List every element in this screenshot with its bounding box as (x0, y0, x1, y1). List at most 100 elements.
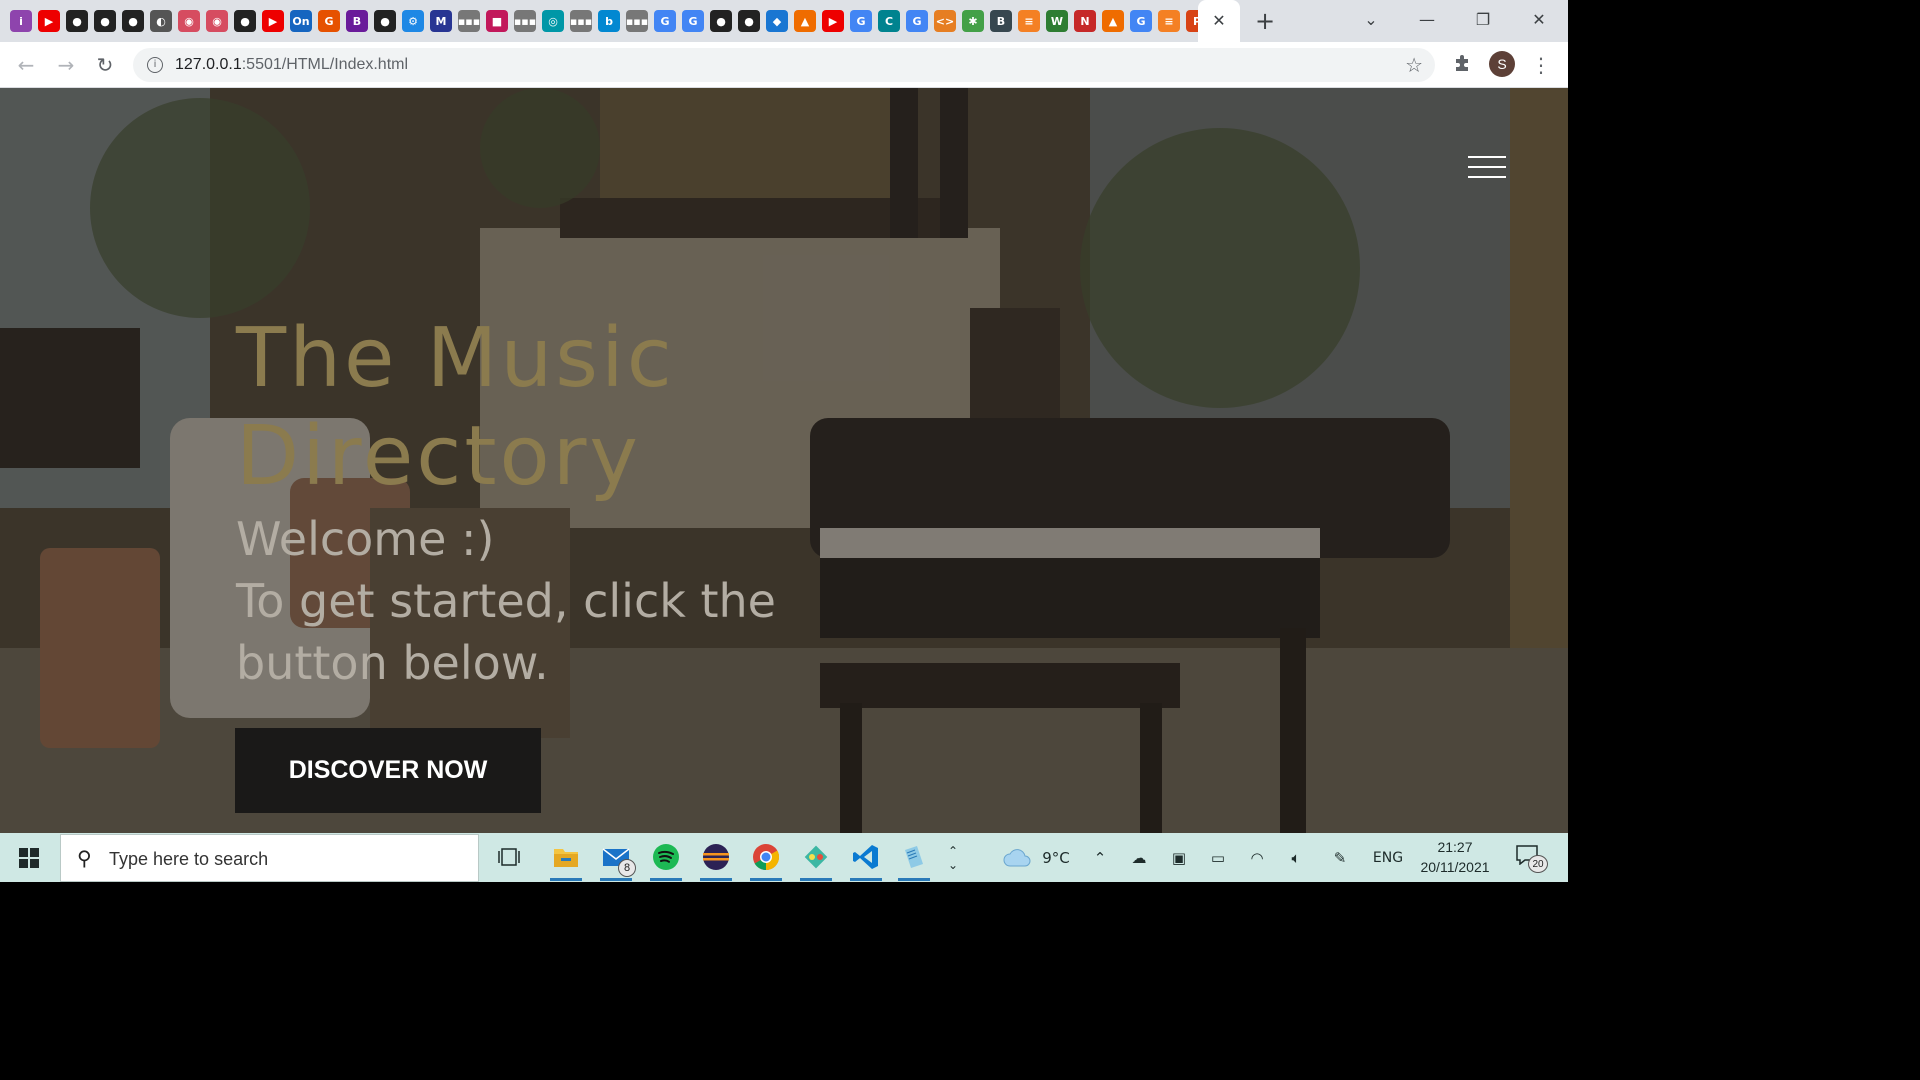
taskbar-search-box[interactable]: ⚲ Type here to search (60, 834, 479, 882)
display-icon[interactable]: ▣ (1166, 833, 1192, 882)
bookmark-star-icon[interactable]: ☆ (1405, 53, 1423, 77)
close-tab-icon[interactable]: ✕ (1212, 11, 1225, 31)
new-tab-button[interactable]: + (1252, 7, 1278, 35)
url-text[interactable]: 127.0.0.1:5501/HTML/Index.html (175, 56, 408, 74)
git-client-icon[interactable] (798, 839, 834, 881)
restore-button[interactable]: ❐ (1455, 0, 1511, 38)
tab-favicon-google-icon[interactable]: G (1130, 10, 1152, 32)
system-clock[interactable]: 21:27 20/11/2021 (1412, 837, 1498, 877)
mail-icon[interactable]: 8 (598, 839, 636, 881)
tab-favicon-google-icon[interactable]: G (682, 10, 704, 32)
tab-favicon-stack-icon[interactable]: ≡ (1018, 10, 1040, 32)
search-icon: ⚲ (77, 846, 92, 870)
task-view-icon[interactable] (491, 839, 527, 875)
browser-toolbar: ← → ↻ i 127.0.0.1:5501/HTML/Index.html ☆… (0, 42, 1568, 88)
tab-favicon-w-icon[interactable]: W (1046, 10, 1068, 32)
tab-favicon-dots-icon[interactable]: ▪▪▪ (626, 10, 648, 32)
tab-favicon-b-icon[interactable]: B (346, 10, 368, 32)
tab-favicon-edge-icon[interactable]: ◎ (542, 10, 564, 32)
tab-favicon-orange-icon[interactable]: ▲ (1102, 10, 1124, 32)
tab-favicon-n-icon[interactable]: N (1074, 10, 1096, 32)
start-button[interactable] (0, 833, 58, 882)
tab-favicon-c-icon[interactable]: C (878, 10, 900, 32)
tab-favicon-globe-icon[interactable]: ◐ (150, 10, 172, 32)
tab-favicon-diamond-icon[interactable]: ◆ (766, 10, 788, 32)
windows-logo-icon (19, 847, 39, 868)
chrome-icon[interactable] (748, 839, 784, 881)
tab-favicon-bing-icon[interactable]: b (598, 10, 620, 32)
minimize-button[interactable]: — (1399, 0, 1455, 38)
tab-favicon-square-icon[interactable]: ■ (486, 10, 508, 32)
tab-favicon-google-icon[interactable]: G (654, 10, 676, 32)
tab-favicon-dots-icon[interactable]: ▪▪▪ (514, 10, 536, 32)
extensions-puzzle-icon[interactable] (1447, 48, 1477, 78)
tab-favicon-dots-icon[interactable]: ▪▪▪ (458, 10, 480, 32)
tab-favicon-google-icon[interactable]: G (906, 10, 928, 32)
tab-favicon-github-icon[interactable]: ● (94, 10, 116, 32)
hero-instruction: To get started, click the button below. (236, 574, 776, 690)
forward-button[interactable]: → (51, 50, 81, 80)
notification-count: 20 (1528, 855, 1548, 873)
file-explorer-icon[interactable] (548, 839, 584, 881)
tab-favicon-github-icon[interactable]: ● (710, 10, 732, 32)
hero-welcome: Welcome :) (236, 512, 495, 566)
tab-favicon-youtube-icon[interactable]: ▶ (822, 10, 844, 32)
tab-favicon-gear-icon[interactable]: ⚙ (402, 10, 424, 32)
tab-favicon-github-icon[interactable]: ● (122, 10, 144, 32)
reload-button[interactable]: ↻ (90, 50, 120, 80)
onedrive-cloud-icon[interactable]: ☁ (1126, 833, 1152, 882)
tab-favicon-1-icon[interactable]: i (10, 10, 32, 32)
active-tab[interactable]: ✕ (1198, 0, 1240, 42)
discover-now-button[interactable]: DISCOVER NOW (235, 728, 541, 813)
tab-favicon-dots-icon[interactable]: ▪▪▪ (570, 10, 592, 32)
windows-taskbar: ⚲ Type here to search 8 ⌃ ⌄ 9°C ⌃ ☁ ▣ ▭ … (0, 833, 1568, 882)
menu-kebab-icon[interactable]: ⋮ (1526, 50, 1556, 80)
notification-center-icon[interactable]: 20 (1516, 845, 1548, 873)
clock-date: 20/11/2021 (1420, 859, 1490, 875)
eclipse-icon[interactable] (698, 839, 734, 881)
tab-favicon-orange-icon[interactable]: ▲ (794, 10, 816, 32)
tab-favicon-youtube-icon[interactable]: ▶ (262, 10, 284, 32)
back-button[interactable]: ← (11, 50, 41, 80)
wifi-icon[interactable]: ◠ (1244, 833, 1270, 882)
hero-section: The Music Directory Welcome :) To get st… (0, 88, 1568, 833)
weather-temperature[interactable]: 9°C (1036, 833, 1076, 882)
tab-search-button[interactable]: ⌄ (1343, 0, 1399, 38)
tab-favicon-code-icon[interactable]: <> (934, 10, 956, 32)
tab-favicon-github-icon[interactable]: ● (66, 10, 88, 32)
profile-avatar[interactable]: S (1489, 51, 1515, 77)
notepad-icon[interactable] (896, 839, 932, 881)
address-bar[interactable]: i 127.0.0.1:5501/HTML/Index.html ☆ (133, 48, 1435, 82)
tab-favicon-on-icon[interactable]: On (290, 10, 312, 32)
url-path: :5501/HTML/Index.html (241, 56, 409, 73)
input-language[interactable]: ENG (1368, 833, 1408, 882)
tab-strip: i ▶ ● ● ● ◐ ◉ ◉ ● ▶ On G B ● ⚙ M ▪▪▪ ■ ▪▪▪ ◎ ▪▪▪ b ▪▪▪ G G ● ● ◆ ▲ ▶ G… (0, 0, 1568, 42)
mail-badge: 8 (618, 859, 636, 877)
taskbar-scroll-arrows[interactable]: ⌃ ⌄ (942, 833, 964, 882)
tab-favicon-g-icon[interactable]: G (318, 10, 340, 32)
tab-favicon-youtube-icon[interactable]: ▶ (38, 10, 60, 32)
tab-favicon-mvn-icon[interactable]: M (430, 10, 452, 32)
hero-subtitle: Welcome :) To get started, click the but… (236, 508, 856, 694)
taskbar-search-placeholder: Type here to search (109, 849, 269, 869)
tab-favicon-github-icon[interactable]: ● (374, 10, 396, 32)
tab-favicon-colors-icon[interactable]: ✱ (962, 10, 984, 32)
site-info-icon[interactable]: i (147, 57, 163, 73)
tab-favicon-pink-icon[interactable]: ◉ (206, 10, 228, 32)
vscode-icon[interactable] (848, 839, 884, 881)
volume-icon[interactable]: 🔈︎ (1283, 833, 1309, 882)
clock-time: 21:27 (1437, 839, 1473, 855)
tab-favicon-github-icon[interactable]: ● (738, 10, 760, 32)
weather-cloud-icon[interactable] (1000, 833, 1034, 882)
show-hidden-icons-chevron-icon[interactable]: ⌃ (1088, 833, 1112, 882)
tab-favicon-pink-icon[interactable]: ◉ (178, 10, 200, 32)
battery-icon[interactable]: ▭ (1205, 833, 1231, 882)
tab-favicon-stack-icon[interactable]: ≡ (1158, 10, 1180, 32)
pen-ink-icon[interactable]: ✎ (1327, 833, 1353, 882)
spotify-icon[interactable] (648, 839, 684, 881)
tab-favicon-b-icon[interactable]: B (990, 10, 1012, 32)
window-close-button[interactable]: ✕ (1511, 0, 1567, 38)
hamburger-menu-icon[interactable] (1468, 156, 1506, 178)
tab-favicon-google-icon[interactable]: G (850, 10, 872, 32)
tab-favicon-github-icon[interactable]: ● (234, 10, 256, 32)
